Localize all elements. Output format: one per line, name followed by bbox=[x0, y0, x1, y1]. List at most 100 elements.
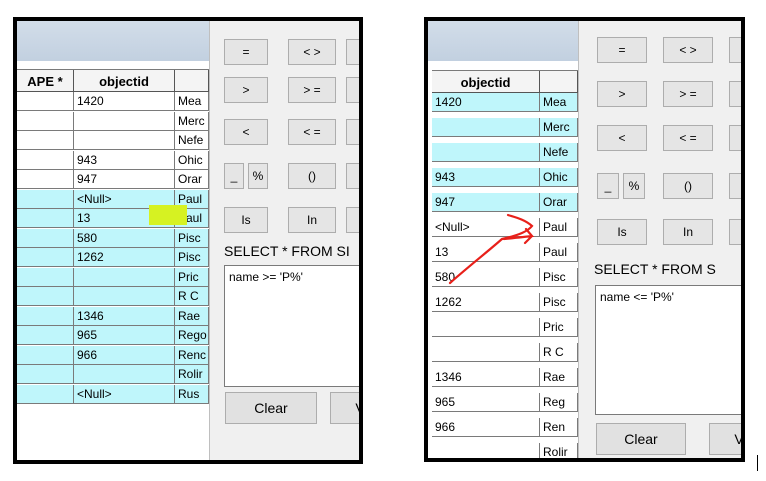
right-screenshot-panel: objectid 1420 Mea Merc Nefe 943 Ohic 947 Orar <N… bbox=[424, 17, 745, 462]
operator-button[interactable]: > bbox=[597, 81, 647, 107]
operator-button[interactable] bbox=[729, 37, 741, 63]
clear-button[interactable]: Clear bbox=[225, 392, 317, 424]
table-row[interactable]: 1262 Pisc bbox=[432, 293, 578, 312]
operator-button[interactable]: Is bbox=[224, 207, 268, 233]
column-header-name[interactable] bbox=[175, 70, 209, 92]
table-row[interactable]: Rolir bbox=[17, 365, 209, 384]
operator-button[interactable]: < > bbox=[663, 37, 713, 63]
clear-button[interactable]: Clear bbox=[596, 423, 686, 455]
column-header-name[interactable] bbox=[540, 71, 578, 93]
table-row[interactable]: 1420 Mea bbox=[17, 92, 209, 111]
sql-where-textbox[interactable]: name <= 'P%' bbox=[595, 285, 741, 415]
table-cell-name: Pric bbox=[540, 318, 578, 337]
operator-button[interactable]: In bbox=[288, 207, 336, 233]
table-cell-objectid bbox=[432, 143, 540, 162]
operator-button[interactable]: % bbox=[248, 163, 268, 189]
table-cell-name: Orar bbox=[175, 170, 209, 189]
table-cell-objectid bbox=[74, 287, 175, 306]
table-cell-name: Pisc bbox=[540, 268, 578, 287]
operator-button[interactable]: _ bbox=[224, 163, 244, 189]
table-row[interactable]: R C bbox=[432, 343, 578, 362]
verify-button[interactable]: V bbox=[330, 392, 359, 424]
table-cell-shape bbox=[17, 209, 74, 228]
operator-button[interactable]: _ bbox=[597, 173, 619, 199]
table-row[interactable]: 1346 Rae bbox=[17, 306, 209, 326]
table-row[interactable]: 947 Orar bbox=[432, 193, 578, 212]
operator-button[interactable]: > = bbox=[663, 81, 713, 107]
table-row[interactable]: 1262 Pisc bbox=[17, 248, 209, 267]
table-row[interactable]: 965 Rego bbox=[17, 326, 209, 345]
operator-button[interactable]: L bbox=[346, 39, 359, 65]
table-cell-name: Ohic bbox=[175, 150, 209, 170]
table-row[interactable]: Merc bbox=[432, 118, 578, 137]
table-row[interactable]: 13 Paul bbox=[432, 243, 578, 262]
operator-button[interactable]: < = bbox=[288, 119, 336, 145]
operator-button[interactable]: () bbox=[288, 163, 336, 189]
table-cell-name: Merc bbox=[175, 111, 209, 131]
table-cell-name: Rae bbox=[175, 306, 209, 326]
table-cell-objectid bbox=[432, 118, 540, 137]
attribute-table: APE * objectid 1420 Mea Merc Nefe 943 Ohic 947… bbox=[17, 69, 209, 460]
table-row[interactable]: 965 Reg bbox=[432, 393, 578, 412]
operator-button[interactable]: N bbox=[346, 163, 359, 189]
table-cell-objectid bbox=[74, 267, 175, 287]
table-cell-objectid bbox=[74, 111, 175, 131]
table-row[interactable]: R C bbox=[17, 287, 209, 306]
table-cell-shape bbox=[17, 365, 74, 384]
table-row[interactable]: Pric bbox=[432, 318, 578, 337]
operator-button[interactable]: > = bbox=[288, 77, 336, 103]
operator-button[interactable]: Is bbox=[597, 219, 647, 245]
operator-button[interactable]: < = bbox=[663, 125, 713, 151]
column-header-objectid[interactable]: objectid bbox=[74, 70, 175, 92]
operator-button[interactable] bbox=[729, 81, 741, 107]
operator-button[interactable]: < bbox=[224, 119, 268, 145]
table-row[interactable]: Merc bbox=[17, 111, 209, 131]
table-cell-name: Pisc bbox=[540, 293, 578, 312]
table-row[interactable]: <Null> Rus bbox=[17, 384, 209, 404]
table-cell-objectid: 580 bbox=[432, 268, 540, 287]
table-row[interactable]: Rolir bbox=[432, 443, 578, 458]
operator-button[interactable]: < bbox=[597, 125, 647, 151]
table-cell-name: Reg bbox=[540, 393, 578, 412]
table-row[interactable]: 580 Pisc bbox=[432, 268, 578, 287]
table-cell-shape bbox=[17, 267, 74, 287]
table-row[interactable]: Pric bbox=[17, 267, 209, 287]
table-row[interactable]: <Null> Paul bbox=[432, 218, 578, 237]
table-cell-shape bbox=[17, 131, 74, 150]
table-cell-name: Rus bbox=[175, 384, 209, 404]
table-cell-objectid: 966 bbox=[432, 418, 540, 437]
table-row[interactable]: Nefe bbox=[432, 143, 578, 162]
operator-button[interactable]: = bbox=[597, 37, 647, 63]
sql-where-textbox[interactable]: name >= 'P%' bbox=[224, 265, 359, 387]
operator-button[interactable]: In bbox=[663, 219, 713, 245]
operator-button[interactable]: A bbox=[346, 77, 359, 103]
operator-button[interactable] bbox=[729, 219, 741, 245]
table-cell-shape bbox=[17, 345, 74, 365]
operator-button[interactable] bbox=[729, 173, 741, 199]
operator-button[interactable]: = bbox=[224, 39, 268, 65]
operator-button[interactable]: () bbox=[663, 173, 713, 199]
table-cell-objectid: 1346 bbox=[74, 306, 175, 326]
operator-button[interactable]: % bbox=[623, 173, 645, 199]
operator-button[interactable]: < > bbox=[288, 39, 336, 65]
table-row[interactable]: 966 Ren bbox=[432, 418, 578, 437]
table-row[interactable]: 943 Ohic bbox=[17, 150, 209, 170]
operator-button[interactable]: > bbox=[224, 77, 268, 103]
table-row[interactable]: 947 Orar bbox=[17, 170, 209, 189]
table-row[interactable]: 580 Pisc bbox=[17, 228, 209, 248]
column-header-shape[interactable]: APE * bbox=[17, 70, 74, 92]
operator-button[interactable] bbox=[346, 119, 359, 145]
table-header: APE * objectid bbox=[17, 70, 209, 92]
table-cell-name: Rego bbox=[175, 326, 209, 345]
table-row[interactable]: 943 Ohic bbox=[432, 168, 578, 187]
table-cell-objectid: 1262 bbox=[74, 248, 175, 267]
operator-button[interactable] bbox=[729, 125, 741, 151]
column-header-objectid[interactable]: objectid bbox=[432, 71, 540, 93]
table-row[interactable]: 1420 Mea bbox=[432, 93, 578, 112]
table-row[interactable]: 1346 Rae bbox=[432, 368, 578, 387]
operator-button[interactable]: N bbox=[346, 207, 359, 233]
table-row[interactable]: Nefe bbox=[17, 131, 209, 150]
table-row[interactable]: 966 Renc bbox=[17, 345, 209, 365]
table-cell-shape bbox=[17, 92, 74, 111]
verify-button[interactable]: V bbox=[709, 423, 741, 455]
